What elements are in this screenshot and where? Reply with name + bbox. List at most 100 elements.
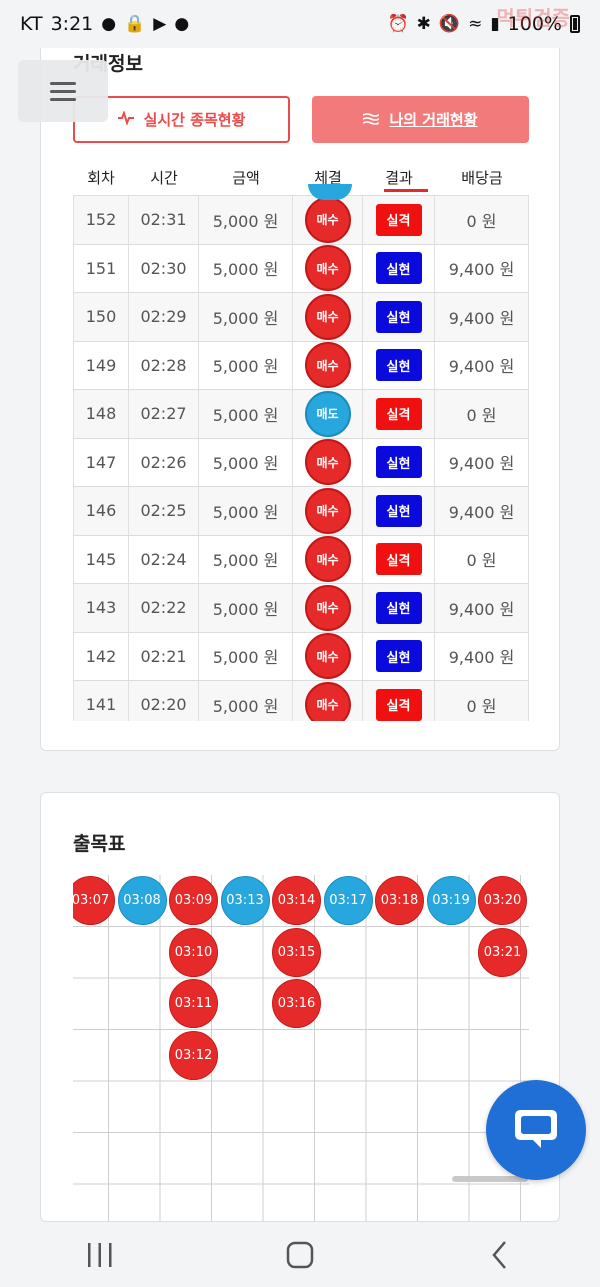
- buy-badge: 매수: [304, 681, 351, 721]
- table-row: 145 02:24 5,000 원 매수 실격 0 원: [73, 535, 529, 584]
- column-header: 금액: [232, 168, 260, 187]
- lose-badge: 실격: [375, 203, 422, 236]
- board-bead-red: 03:10: [169, 927, 218, 977]
- result-board-title: 출목표: [73, 833, 126, 855]
- round-cell: 146: [73, 487, 129, 535]
- amount-cell: 5,000 원: [199, 632, 293, 680]
- round-cell: 142: [73, 632, 129, 680]
- amount-cell: 5,000 원: [199, 535, 293, 583]
- board-bead-red: 03:09: [169, 876, 218, 925]
- result-cell: 실현: [363, 632, 435, 680]
- time-cell: 02:30: [129, 244, 199, 292]
- back-icon: [492, 1240, 506, 1269]
- board-grid: [73, 875, 529, 1221]
- time-cell: 02:29: [129, 293, 199, 341]
- youtube-icon: ▶: [153, 13, 167, 34]
- time-cell: 02:26: [129, 438, 199, 486]
- win-badge: 실현: [375, 252, 422, 285]
- buy-badge: 매수: [304, 245, 351, 292]
- time-cell: 02:28: [129, 341, 199, 389]
- round-cell: 145: [73, 535, 129, 583]
- payout-cell: 9,400 원: [435, 438, 529, 486]
- tab-my-trades[interactable]: 나의 거래현황: [312, 96, 529, 143]
- time-cell: 02:25: [129, 487, 199, 535]
- column-header: 회차: [87, 168, 115, 187]
- result-cell: 실현: [363, 293, 435, 341]
- win-badge: 실현: [375, 349, 422, 382]
- table-header: 회차 시간 금액 체결 결과 배당금: [73, 159, 529, 195]
- win-badge: 실현: [375, 640, 422, 673]
- tab-mine-label: 나의 거래현황: [389, 111, 478, 129]
- home-button[interactable]: [260, 1230, 340, 1280]
- buy-badge: 매수: [304, 196, 351, 243]
- trade-cell: 매수: [293, 584, 363, 632]
- table-row: 142 02:21 5,000 원 매수 실현 9,400 원: [73, 632, 529, 681]
- home-icon: [286, 1241, 314, 1268]
- trade-cell: 매수: [293, 535, 363, 583]
- lock-icon: 🔒: [124, 13, 146, 34]
- payout-cell: 0 원: [435, 535, 529, 583]
- alarm-icon: ⏰: [387, 13, 409, 34]
- board-bead-red: 03:11: [169, 979, 218, 1028]
- trade-cell: 매수: [293, 293, 363, 341]
- win-badge: 실현: [375, 591, 422, 624]
- sell-badge: 매도: [304, 390, 351, 437]
- round-cell: 147: [73, 438, 129, 486]
- result-cell: 실현: [363, 487, 435, 535]
- amount-cell: 5,000 원: [199, 584, 293, 632]
- time-cell: 02:21: [129, 632, 199, 680]
- bluetooth-icon: ✱: [416, 13, 431, 34]
- amount-cell: 5,000 원: [199, 681, 293, 721]
- table-row: 141 02:20 5,000 원 매수 실격 0 원: [73, 681, 529, 721]
- win-badge: 실현: [375, 446, 422, 479]
- board-bead-red: 03:20: [478, 876, 527, 925]
- board-bead-red: 03:14: [272, 876, 321, 925]
- result-board: 03:07 03:08 03:09 03:10 03:11 03:12 03:13 03:14…: [73, 875, 529, 1221]
- board-bead-red: 03:15: [272, 927, 321, 977]
- recent-apps-button[interactable]: [60, 1230, 140, 1280]
- menu-button[interactable]: [18, 60, 108, 122]
- waves-icon: [363, 111, 380, 129]
- payout-cell: 9,400 원: [435, 632, 529, 680]
- table-row: 149 02:28 5,000 원 매수 실현 9,400 원: [73, 341, 529, 390]
- round-cell: 151: [73, 244, 129, 292]
- chat-icon: ●: [174, 13, 190, 34]
- lose-badge: 실격: [375, 543, 422, 576]
- chat-button[interactable]: [486, 1080, 586, 1180]
- board-bead-red: 03:16: [272, 979, 321, 1028]
- board-bead-red: 03:18: [375, 876, 424, 925]
- board-bead-blue: 03:17: [323, 876, 373, 925]
- board-bead-red: 03:21: [478, 927, 527, 977]
- wifi-icon: ≈: [468, 13, 483, 34]
- result-cell: 실격: [363, 390, 435, 438]
- back-button[interactable]: [460, 1230, 540, 1280]
- table-row: 150 02:29 5,000 원 매수 실현 9,400 원: [73, 293, 529, 342]
- pulse-icon: [117, 109, 134, 129]
- column-header: 배당금: [461, 168, 503, 187]
- amount-cell: 5,000 원: [199, 390, 293, 438]
- carrier-label: KT: [20, 13, 43, 35]
- column-header: 결과: [385, 168, 413, 187]
- table-row: 151 02:30 5,000 원 매수 실현 9,400 원: [73, 244, 529, 293]
- time-cell: 02:24: [129, 535, 199, 583]
- board-bead-red: 03:12: [169, 1030, 218, 1080]
- system-nav-bar: [0, 1222, 600, 1287]
- table-row: 146 02:25 5,000 원 매수 실현 9,400 원: [73, 487, 529, 536]
- round-cell: 150: [73, 293, 129, 341]
- watermark-logo: 먹튀검증: [496, 6, 570, 30]
- result-cell: 실격: [363, 535, 435, 583]
- payout-cell: 9,400 원: [435, 244, 529, 292]
- result-cell: 실현: [363, 584, 435, 632]
- trade-info-card: 거래정보 실시간 종목현황 나의 거래현황 회차 시간 금액 체결 결과 배당금…: [40, 18, 560, 751]
- mute-icon: 🔇: [438, 13, 461, 34]
- result-cell: 실현: [363, 438, 435, 486]
- trade-table[interactable]: 152 02:31 5,000 원 매수 실격 0 원 151 02:30 5,000 원 매수 실…: [73, 195, 529, 721]
- result-cell: 실현: [363, 341, 435, 389]
- board-bead-blue: 03:19: [426, 876, 476, 925]
- table-row: 143 02:22 5,000 원 매수 실현 9,400 원: [73, 584, 529, 633]
- table-row: 152 02:31 5,000 원 매수 실격 0 원: [73, 196, 529, 245]
- board-bead-blue: 03:13: [220, 876, 270, 925]
- hamburger-icon: [50, 77, 76, 106]
- amount-cell: 5,000 원: [199, 341, 293, 389]
- buy-badge: 매수: [304, 584, 351, 631]
